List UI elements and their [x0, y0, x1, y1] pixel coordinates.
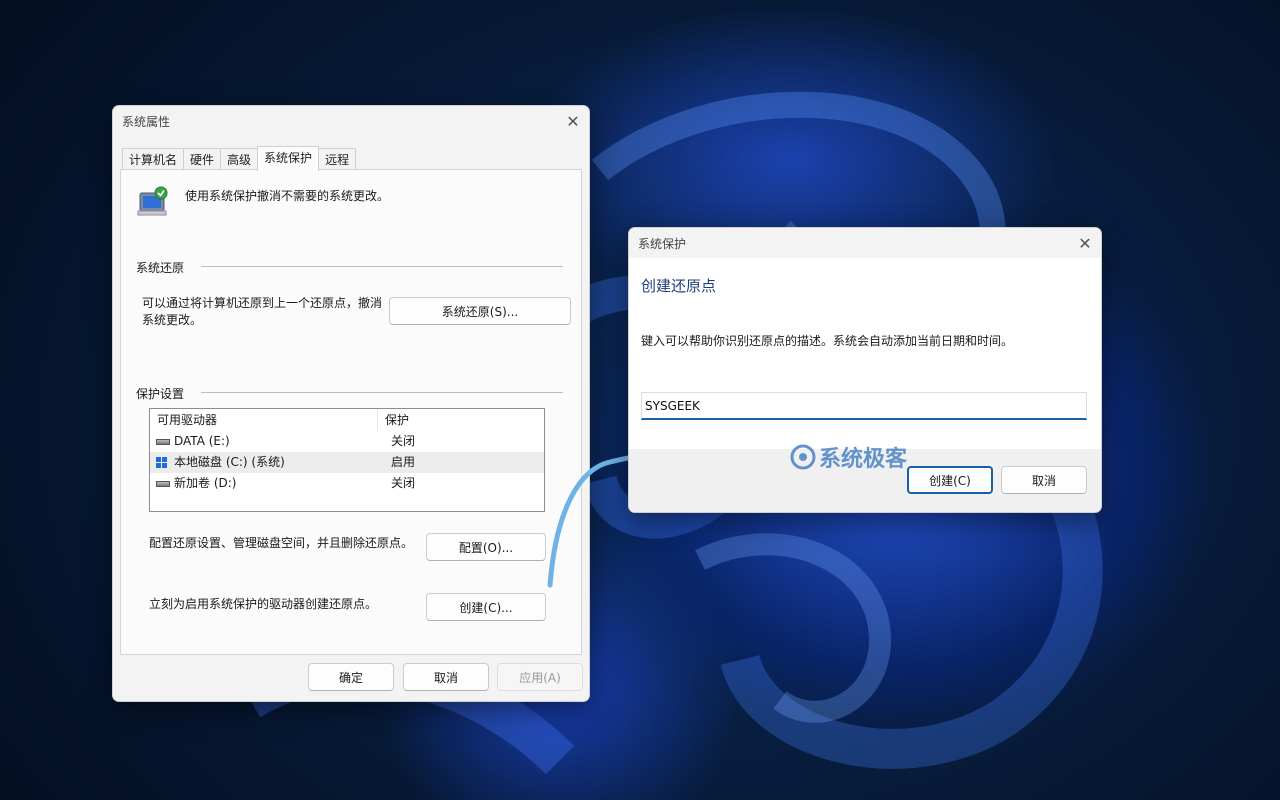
drive-protection-status: 启用 — [391, 455, 416, 469]
apply-button[interactable]: 应用(A) — [497, 663, 583, 691]
intro-text: 使用系统保护撤消不需要的系统更改。 — [185, 189, 390, 203]
drive-row[interactable]: 本地磁盘 (C:) (系统) 启用 — [150, 452, 544, 473]
system-properties-window: 系统属性 ✕ 计算机名 硬件 高级 系统保护 远程 使用系统保护撤消不需要的系统… — [112, 105, 590, 702]
divider — [201, 392, 563, 393]
close-icon[interactable]: ✕ — [557, 106, 589, 136]
system-restore-group-label: 系统还原 — [136, 259, 195, 276]
drive-protection-status: 关闭 — [391, 434, 416, 448]
dialog-body: 创建还原点 键入可以帮助你识别还原点的描述。系统会自动添加当前日期和时间。 — [629, 258, 1101, 449]
cancel-button[interactable]: 取消 — [403, 663, 489, 691]
ok-button[interactable]: 确定 — [308, 663, 394, 691]
tab-computer-name[interactable]: 计算机名 — [122, 148, 185, 171]
system-protection-icon — [137, 186, 168, 216]
dialog-heading: 创建还原点 — [641, 277, 717, 295]
close-icon[interactable]: ✕ — [1069, 228, 1101, 258]
dialog-titlebar: 系统保护 ✕ — [629, 228, 1101, 258]
drive-row[interactable]: DATA (E:) 关闭 — [150, 431, 544, 452]
hdd-icon — [156, 481, 170, 487]
system-protection-dialog: 系统保护 ✕ 创建还原点 键入可以帮助你识别还原点的描述。系统会自动添加当前日期… — [628, 227, 1102, 513]
dialog-title: 系统保护 — [638, 237, 687, 251]
watermark: 系统极客 — [790, 441, 907, 473]
system-restore-button[interactable]: 系统还原(S)... — [389, 297, 571, 325]
drive-protection-status: 关闭 — [391, 476, 416, 490]
drive-list-header: 可用驱动器 保护 — [150, 409, 544, 431]
sysgeek-logo-icon — [790, 444, 816, 470]
column-header-drives[interactable]: 可用驱动器 — [150, 409, 378, 431]
watermark-text: 系统极客 — [819, 447, 908, 472]
system-restore-description: 可以通过将计算机还原到上一个还原点，撤消系统更改。 — [142, 296, 383, 327]
restore-point-description-input[interactable] — [641, 392, 1087, 420]
tab-remote[interactable]: 远程 — [318, 148, 357, 171]
column-header-protection[interactable]: 保护 — [378, 409, 409, 431]
drive-name: 新加卷 (D:) — [174, 476, 237, 490]
tab-system-protection[interactable]: 系统保护 — [257, 146, 320, 171]
titlebar: 系统属性 ✕ — [113, 106, 589, 136]
tab-advanced[interactable]: 高级 — [220, 148, 259, 171]
configure-button[interactable]: 配置(O)... — [426, 533, 546, 561]
divider — [201, 266, 563, 267]
create-description: 立刻为启用系统保护的驱动器创建还原点。 — [149, 597, 378, 611]
drive-list[interactable]: 可用驱动器 保护 DATA (E:) 关闭 本地磁盘 (C:) (系统) 启用 … — [149, 408, 545, 512]
hdd-icon — [156, 439, 170, 445]
drive-row[interactable]: 新加卷 (D:) 关闭 — [150, 473, 544, 494]
system-protection-panel: 使用系统保护撤消不需要的系统更改。 系统还原 可以通过将计算机还原到上一个还原点… — [120, 169, 582, 655]
dialog-cancel-button[interactable]: 取消 — [1001, 466, 1087, 494]
create-restore-point-button[interactable]: 创建(C)... — [426, 593, 546, 621]
dialog-description: 键入可以帮助你识别还原点的描述。系统会自动添加当前日期和时间。 — [641, 334, 1014, 348]
configure-description: 配置还原设置、管理磁盘空间，并且删除还原点。 — [149, 536, 414, 550]
protection-settings-group-label: 保护设置 — [136, 385, 195, 402]
tab-hardware[interactable]: 硬件 — [183, 148, 222, 171]
windows-drive-icon — [156, 456, 170, 469]
tab-strip: 计算机名 硬件 高级 系统保护 远程 — [122, 146, 357, 171]
create-button[interactable]: 创建(C) — [907, 466, 993, 494]
drive-name: DATA (E:) — [174, 434, 230, 448]
drive-name: 本地磁盘 (C:) (系统) — [174, 455, 285, 469]
window-title: 系统属性 — [122, 115, 171, 129]
